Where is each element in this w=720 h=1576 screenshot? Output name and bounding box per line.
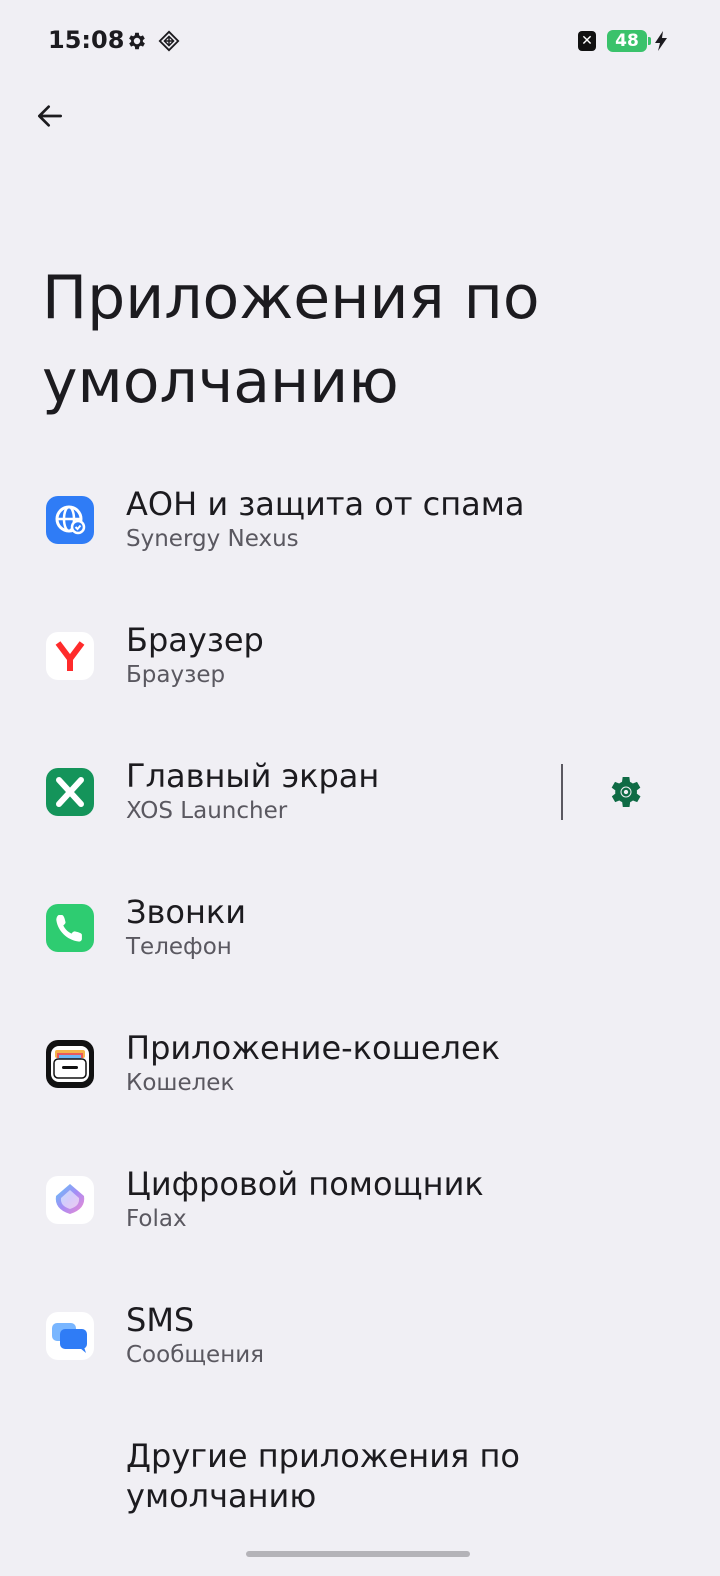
battery-level: 48 — [607, 30, 647, 52]
other-default-apps-label: Другие приложения по умолчанию — [126, 1437, 520, 1515]
phone-icon — [46, 904, 94, 952]
x-app-icon: ✕ — [578, 31, 596, 51]
gear-icon — [611, 777, 641, 807]
item-title: Главный экран — [126, 757, 380, 795]
vertical-divider — [561, 764, 563, 820]
item-title: SMS — [126, 1301, 195, 1339]
item-title: АОН и защита от спама — [126, 485, 525, 523]
xos-launcher-icon — [46, 768, 94, 816]
settings-gear-icon — [129, 32, 145, 50]
list-item-caller-id[interactable]: АОН и защита от спама Synergy Nexus — [0, 466, 720, 602]
list-item-wallet[interactable]: Приложение-кошелек Кошелек — [0, 1010, 720, 1146]
item-title: Браузер — [126, 621, 264, 659]
item-subtitle: Телефон — [126, 934, 232, 960]
page-title: Приложения по умолчанию — [42, 263, 540, 417]
list-item-browser[interactable]: Браузер Браузер — [0, 602, 720, 738]
list-item-digital-assistant[interactable]: Цифровой помощник Folax — [0, 1146, 720, 1282]
list-item-sms[interactable]: SMS Сообщения — [0, 1282, 720, 1418]
messages-icon — [46, 1312, 94, 1360]
item-title: Цифровой помощник — [126, 1165, 484, 1203]
folax-assistant-icon — [46, 1176, 94, 1224]
home-screen-settings-button[interactable] — [598, 764, 654, 820]
diamond-grid-icon — [158, 30, 180, 52]
other-default-apps-item[interactable]: Другие приложения по умолчанию — [0, 1436, 720, 1532]
arrow-back-icon — [38, 105, 62, 127]
globe-shield-icon — [46, 496, 94, 544]
item-subtitle: Сообщения — [126, 1342, 265, 1368]
item-title: Приложение-кошелек — [126, 1029, 501, 1067]
navigation-gesture-handle[interactable] — [246, 1551, 470, 1557]
item-subtitle: Кошелек — [126, 1070, 235, 1096]
list-item-calls[interactable]: Звонки Телефон — [0, 874, 720, 1010]
charging-bolt-icon — [655, 31, 667, 51]
item-subtitle: Folax — [126, 1206, 187, 1232]
item-subtitle: Synergy Nexus — [126, 526, 299, 552]
status-bar: 15:08 ✕ 48 — [0, 0, 720, 80]
status-time: 15:08 — [48, 26, 125, 54]
item-subtitle: XOS Launcher — [126, 798, 288, 824]
item-subtitle: Браузер — [126, 662, 226, 688]
yandex-browser-icon — [46, 632, 94, 680]
item-title: Звонки — [126, 893, 246, 931]
back-button[interactable] — [28, 94, 72, 138]
wallet-icon — [46, 1040, 94, 1088]
battery-icon: 48 — [607, 30, 651, 52]
